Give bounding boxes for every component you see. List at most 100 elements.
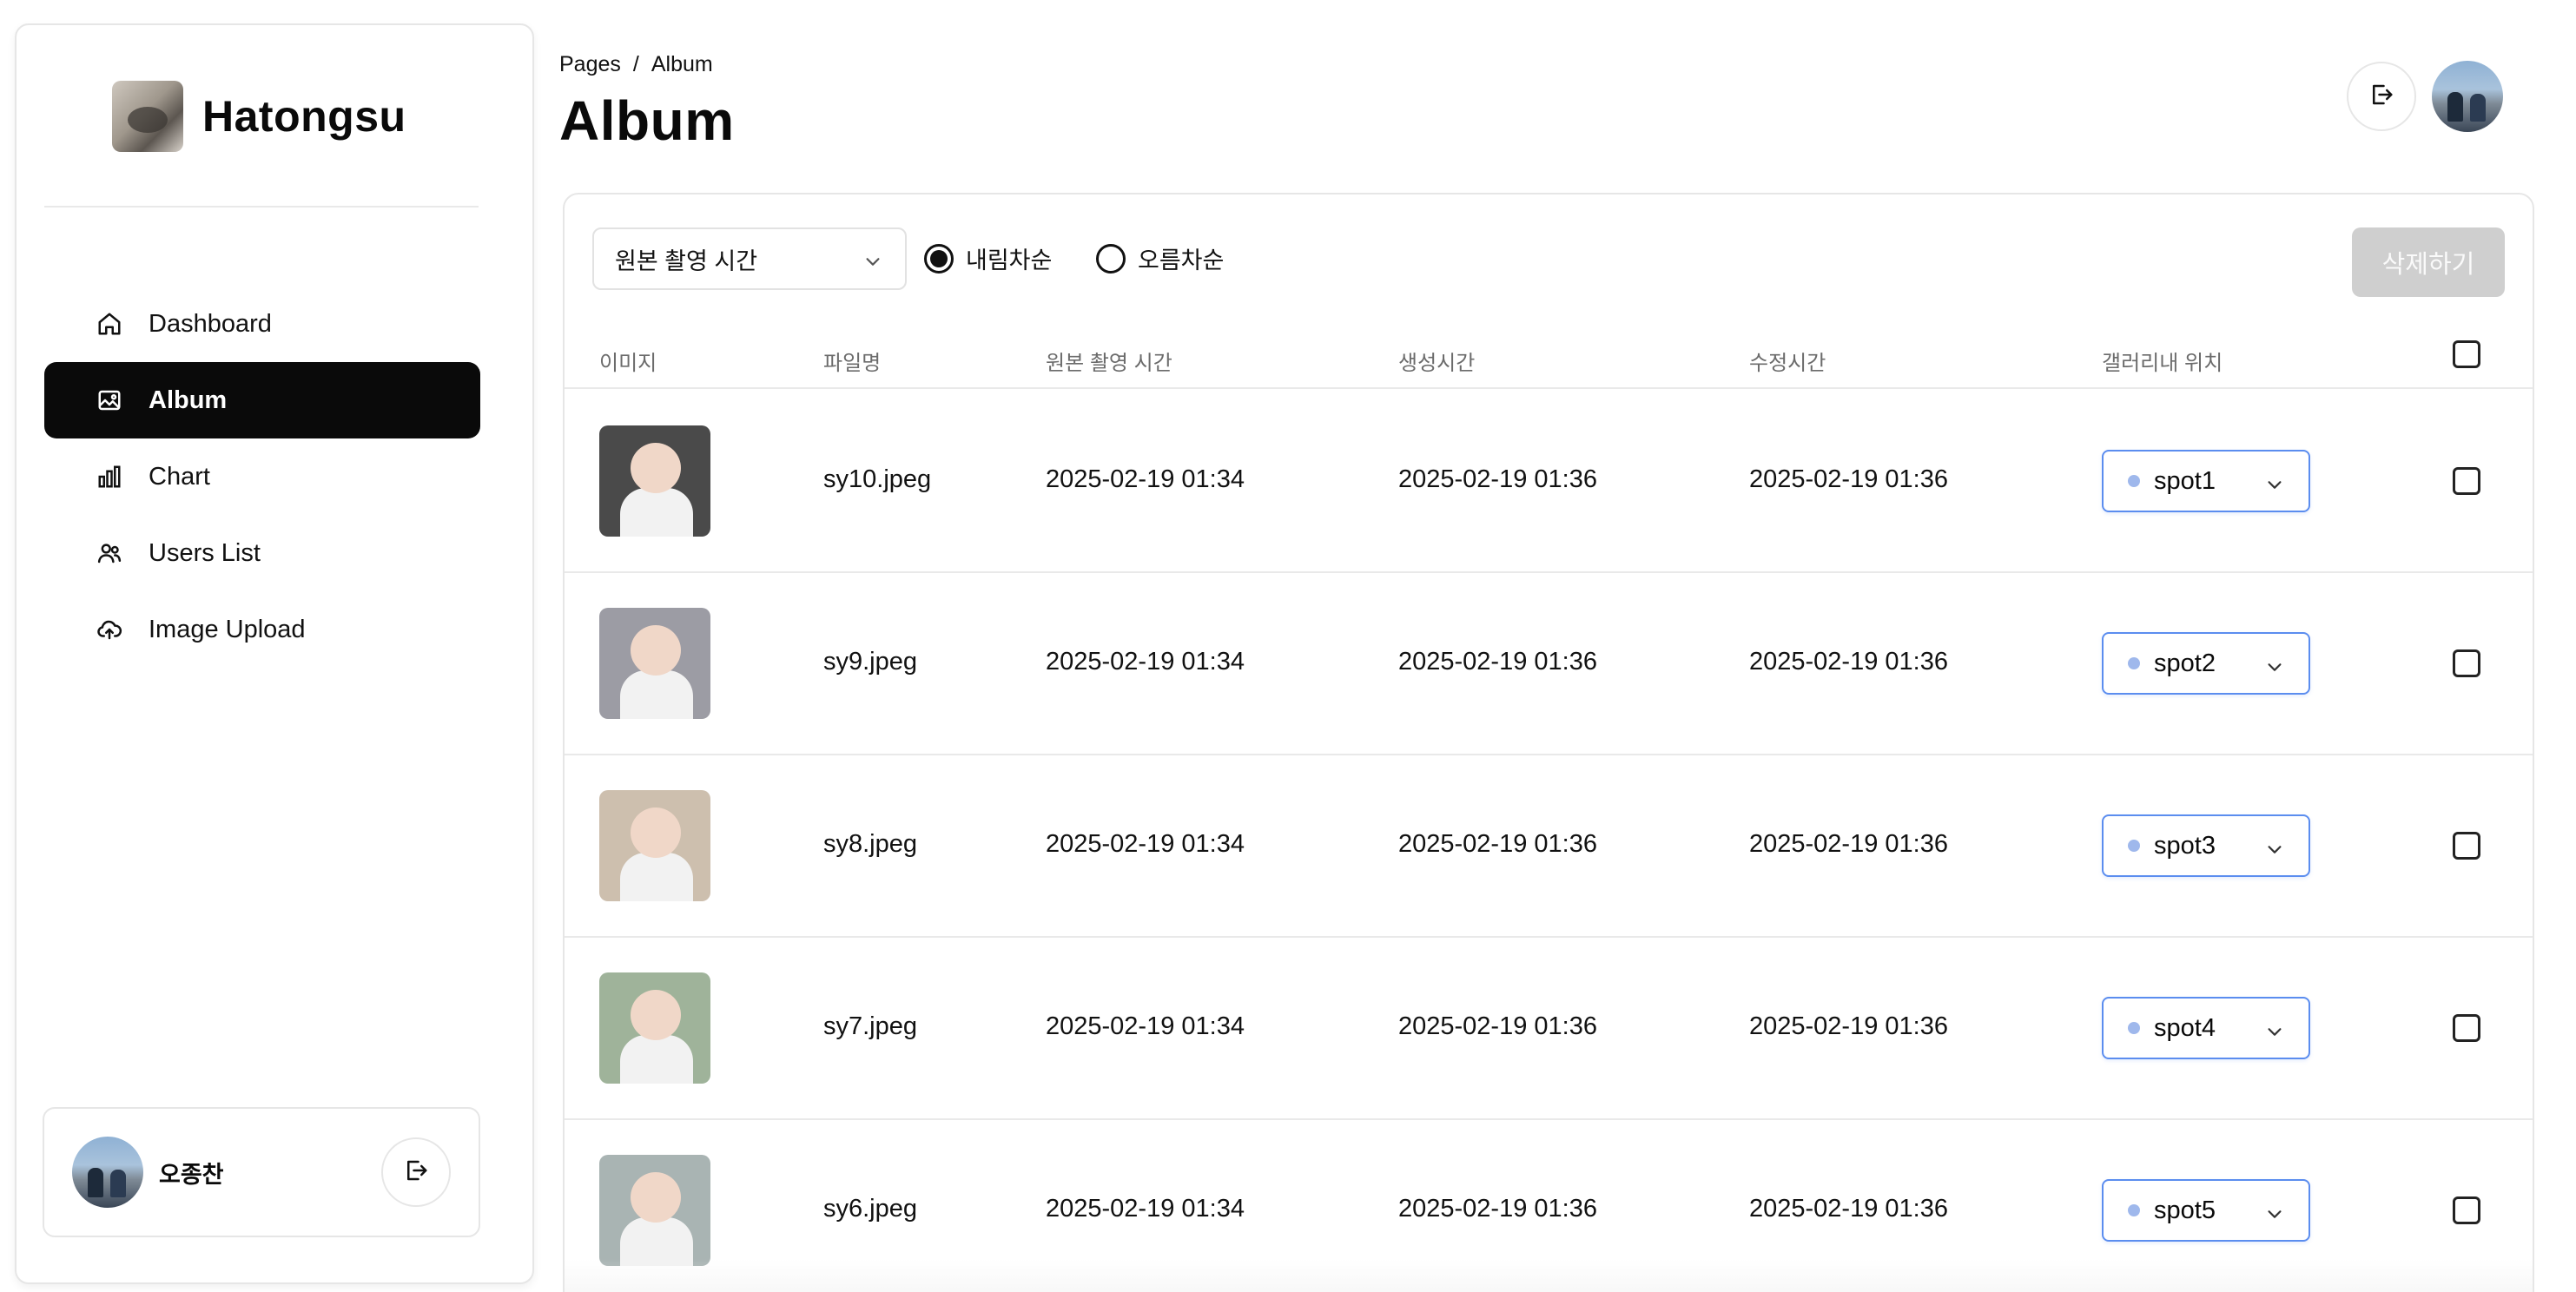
photo-thumbnail[interactable]	[599, 972, 710, 1084]
created-time: 2025-02-19 01:36	[1398, 1195, 1597, 1223]
photo-thumbnail[interactable]	[599, 790, 710, 901]
gallery-position-value: spot3	[2154, 831, 2216, 860]
sidebar-item-dashboard[interactable]: Dashboard	[44, 286, 480, 362]
modified-time: 2025-02-19 01:36	[1749, 1195, 1948, 1223]
gallery-position-select[interactable]: spot2	[2102, 632, 2310, 695]
spot-dot-icon	[2128, 1204, 2140, 1216]
thumbnail-figure	[620, 488, 693, 537]
delete-button[interactable]: 삭제하기	[2352, 227, 2505, 297]
album-card: 원본 촬영 시간 내림차순 오름차순 삭제하기 이미지 파일명 원본 촬영 시간…	[563, 193, 2534, 1292]
logout-icon	[2368, 82, 2394, 112]
taken-time: 2025-02-19 01:34	[1046, 830, 1245, 858]
sort-desc-radio[interactable]: 내림차순	[924, 241, 1052, 275]
cloud-upload-icon	[96, 616, 122, 643]
row-checkbox[interactable]	[2453, 832, 2480, 860]
sort-asc-label: 오름차순	[1138, 247, 1225, 274]
file-name: sy8.jpeg	[823, 830, 918, 858]
table-row[interactable]: sy10.jpeg 2025-02-19 01:34 2025-02-19 01:3…	[565, 391, 2533, 573]
sidebar: Hatongsu Dashboard Album Chart Users Lis…	[15, 23, 534, 1284]
modified-time: 2025-02-19 01:36	[1749, 648, 1948, 676]
brand-logo-image	[112, 81, 183, 152]
modified-time: 2025-02-19 01:36	[1749, 465, 1948, 493]
table-row[interactable]: sy9.jpeg 2025-02-19 01:34 2025-02-19 01:36…	[565, 573, 2533, 755]
thumbnail-figure	[620, 853, 693, 901]
breadcrumb-separator: /	[632, 52, 639, 76]
column-created-time: 생성시간	[1398, 352, 1476, 375]
sidebar-divider	[44, 206, 479, 208]
chevron-down-icon	[863, 250, 882, 269]
logout-icon	[403, 1157, 429, 1188]
select-all-checkbox[interactable]	[2453, 340, 2480, 368]
gallery-position-value: spot5	[2154, 1196, 2216, 1224]
taken-time: 2025-02-19 01:34	[1046, 1195, 1245, 1223]
sidebar-item-label: Users List	[149, 538, 261, 567]
table-row[interactable]: sy8.jpeg 2025-02-19 01:34 2025-02-19 01:36…	[565, 755, 2533, 938]
taken-time: 2025-02-19 01:34	[1046, 465, 1245, 493]
sort-desc-label: 내림차순	[966, 247, 1053, 274]
table-row[interactable]: sy7.jpeg 2025-02-19 01:34 2025-02-19 01:36…	[565, 938, 2533, 1120]
column-modified-time: 수정시간	[1749, 352, 1826, 375]
photo-thumbnail[interactable]	[599, 425, 710, 537]
breadcrumb: Pages / Album	[559, 52, 713, 77]
thumbnail-figure	[620, 1217, 693, 1266]
created-time: 2025-02-19 01:36	[1398, 1012, 1597, 1040]
breadcrumb-current: Album	[651, 52, 713, 76]
taken-time: 2025-02-19 01:34	[1046, 1012, 1245, 1040]
profile-name: 오종찬	[159, 1161, 224, 1188]
file-name: sy6.jpeg	[823, 1195, 918, 1223]
row-checkbox[interactable]	[2453, 1014, 2480, 1042]
radio-checked-icon	[924, 243, 954, 274]
created-time: 2025-02-19 01:36	[1398, 465, 1597, 493]
column-gallery-position: 갤러리내 위치	[2102, 352, 2223, 375]
sidebar-item-label: Image Upload	[149, 615, 306, 643]
sidebar-item-chart[interactable]: Chart	[44, 438, 480, 515]
sidebar-item-label: Dashboard	[149, 309, 272, 338]
spot-dot-icon	[2128, 475, 2140, 487]
sidebar-item-label: Chart	[149, 462, 210, 491]
spot-dot-icon	[2128, 1022, 2140, 1034]
brand[interactable]: Hatongsu	[112, 81, 406, 152]
breadcrumb-pages[interactable]: Pages	[559, 52, 621, 77]
table-row[interactable]: sy6.jpeg 2025-02-19 01:34 2025-02-19 01:36…	[565, 1120, 2533, 1292]
row-checkbox[interactable]	[2453, 649, 2480, 677]
file-name: sy9.jpeg	[823, 648, 918, 676]
sidebar-item-album[interactable]: Album	[44, 362, 480, 438]
photo-thumbnail[interactable]	[599, 608, 710, 719]
sidebar-item-image-upload[interactable]: Image Upload	[44, 591, 480, 668]
thumbnail-face	[631, 808, 681, 858]
row-checkbox[interactable]	[2453, 1196, 2480, 1224]
thumbnail-face	[631, 625, 681, 676]
sidebar-item-users-list[interactable]: Users List	[44, 515, 480, 591]
page-title: Album	[559, 89, 735, 152]
gallery-position-select[interactable]: spot5	[2102, 1179, 2310, 1242]
sort-field-select[interactable]: 원본 촬영 시간	[592, 227, 907, 290]
logout-button[interactable]	[381, 1137, 451, 1207]
thumbnail-figure	[620, 670, 693, 719]
created-time: 2025-02-19 01:36	[1398, 648, 1597, 676]
users-icon	[96, 540, 122, 566]
header-logout-button[interactable]	[2347, 62, 2416, 131]
modified-time: 2025-02-19 01:36	[1749, 1012, 1948, 1040]
spot-dot-icon	[2128, 657, 2140, 669]
thumbnail-face	[631, 1172, 681, 1223]
gallery-position-value: spot4	[2154, 1013, 2216, 1042]
column-image: 이미지	[599, 352, 657, 375]
sort-asc-radio[interactable]: 오름차순	[1096, 241, 1224, 275]
chevron-down-icon	[2265, 837, 2284, 856]
spot-dot-icon	[2128, 840, 2140, 852]
thumbnail-figure	[620, 1035, 693, 1084]
chevron-down-icon	[2265, 1019, 2284, 1038]
row-checkbox[interactable]	[2453, 467, 2480, 495]
created-time: 2025-02-19 01:36	[1398, 830, 1597, 858]
brand-name: Hatongsu	[202, 92, 406, 141]
gallery-position-select[interactable]: spot3	[2102, 814, 2310, 877]
bar-chart-icon	[96, 464, 122, 490]
avatar[interactable]	[72, 1137, 143, 1208]
user-avatar[interactable]	[2432, 61, 2503, 132]
gallery-position-select[interactable]: spot1	[2102, 450, 2310, 512]
gallery-position-select[interactable]: spot4	[2102, 997, 2310, 1059]
photo-thumbnail[interactable]	[599, 1155, 710, 1266]
header-actions	[2347, 61, 2503, 132]
thumbnail-face	[631, 443, 681, 493]
image-icon	[96, 387, 122, 413]
